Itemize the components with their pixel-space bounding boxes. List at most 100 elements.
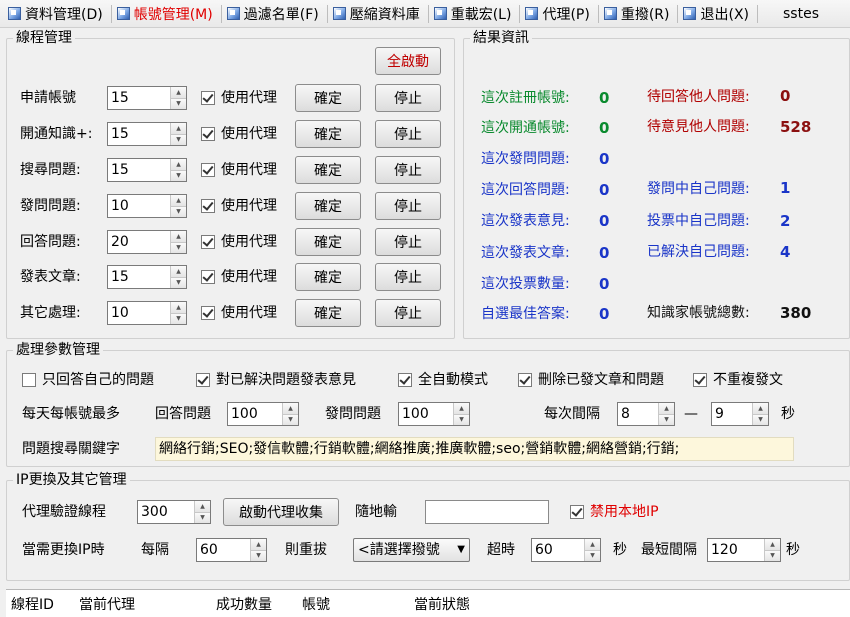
use-proxy-checkbox[interactable]: 使用代理 <box>201 232 277 252</box>
random-input[interactable] <box>425 500 549 524</box>
confirm-button[interactable]: 確定 <box>295 228 361 256</box>
spin-down-icon[interactable]: ▼ <box>171 241 186 253</box>
menu-data-management[interactable]: 資料管理(D) <box>6 2 108 26</box>
spin-down-icon[interactable]: ▼ <box>659 413 674 425</box>
spin-down-icon[interactable]: ▼ <box>171 312 186 324</box>
every-label: 每隔 <box>141 542 169 558</box>
confirm-button[interactable]: 確定 <box>295 192 361 220</box>
spin-down-icon[interactable]: ▼ <box>171 205 186 217</box>
spin-down-icon[interactable]: ▼ <box>251 549 266 561</box>
spin-down-icon[interactable]: ▼ <box>171 169 186 181</box>
interval-min-spinbox[interactable]: 8 ▲ ▼ <box>617 402 675 426</box>
column-header-success-count[interactable]: 成功數量 <box>216 594 272 614</box>
confirm-button[interactable]: 確定 <box>295 84 361 112</box>
confirm-button[interactable]: 確定 <box>295 120 361 148</box>
spin-up-icon[interactable]: ▲ <box>171 231 186 242</box>
stop-button[interactable]: 停止 <box>375 156 441 184</box>
use-proxy-checkbox[interactable]: 使用代理 <box>201 196 277 216</box>
stop-button[interactable]: 停止 <box>375 192 441 220</box>
thread-count-spinbox[interactable]: 15 ▲ ▼ <box>107 158 187 182</box>
disable-local-ip-checkbox[interactable]: 禁用本地IP <box>570 502 659 522</box>
no-duplicate-checkbox[interactable]: 不重複發文 <box>693 370 783 390</box>
stop-button[interactable]: 停止 <box>375 84 441 112</box>
spin-up-icon[interactable]: ▲ <box>171 87 186 98</box>
params-title: 處理參數管理 <box>13 342 103 358</box>
solved-self-value: 4 <box>780 243 791 261</box>
thread-count-spinbox[interactable]: 15 ▲ ▼ <box>107 122 187 146</box>
start-all-button[interactable]: 全啟動 <box>375 47 441 75</box>
spin-down-icon[interactable]: ▼ <box>171 97 186 109</box>
spin-up-icon[interactable]: ▲ <box>171 266 186 277</box>
min-interval-spinbox[interactable]: 120 ▲ ▼ <box>707 538 781 562</box>
menu-separator <box>326 4 328 23</box>
verify-threads-spinbox[interactable]: 300 ▲ ▼ <box>137 500 211 524</box>
spin-up-icon[interactable]: ▲ <box>171 302 186 313</box>
stop-button[interactable]: 停止 <box>375 228 441 256</box>
column-header-current-proxy[interactable]: 當前代理 <box>79 594 135 614</box>
confirm-button[interactable]: 確定 <box>295 263 361 291</box>
use-proxy-checkbox[interactable]: 使用代理 <box>201 267 277 287</box>
thread-row-label: 搜尋問題: <box>20 162 81 178</box>
menu-filter-list[interactable]: 過濾名單(F) <box>225 2 324 26</box>
spin-up-icon[interactable]: ▲ <box>195 501 210 512</box>
spin-up-icon[interactable]: ▲ <box>251 539 266 550</box>
spin-up-icon[interactable]: ▲ <box>171 195 186 206</box>
use-proxy-checkbox[interactable]: 使用代理 <box>201 303 277 323</box>
spin-down-icon[interactable]: ▼ <box>454 413 469 425</box>
stop-button[interactable]: 停止 <box>375 299 441 327</box>
dropdown-arrow-icon: ▼ <box>457 544 465 555</box>
use-proxy-checkbox[interactable]: 使用代理 <box>201 124 277 144</box>
spin-up-icon[interactable]: ▲ <box>283 403 298 414</box>
column-header-thread-id[interactable]: 線程ID <box>11 594 54 614</box>
spin-up-icon[interactable]: ▲ <box>765 539 780 550</box>
thread-count-spinbox[interactable]: 15 ▲ ▼ <box>107 265 187 289</box>
timeout-spinbox[interactable]: 60 ▲ ▼ <box>531 538 601 562</box>
menu-redial[interactable]: 重撥(R) <box>602 2 675 26</box>
spin-up-icon[interactable]: ▲ <box>753 403 768 414</box>
every-spinbox[interactable]: 60 ▲ ▼ <box>196 538 267 562</box>
spin-down-icon[interactable]: ▼ <box>195 511 210 523</box>
full-auto-checkbox[interactable]: 全自動模式 <box>398 370 488 390</box>
spin-down-icon[interactable]: ▼ <box>585 549 600 561</box>
ask-limit-spinbox[interactable]: 100 ▲ ▼ <box>398 402 470 426</box>
spin-up-icon[interactable]: ▲ <box>171 159 186 170</box>
spin-up-icon[interactable]: ▲ <box>171 123 186 134</box>
delete-posted-checkbox[interactable]: 刪除已發文章和問題 <box>518 370 664 390</box>
menu-account-management[interactable]: 帳號管理(M) <box>115 2 218 26</box>
menu-reload-macro[interactable]: 重載宏(L) <box>432 2 517 26</box>
spin-down-icon[interactable]: ▼ <box>171 276 186 288</box>
interval-max-spinbox[interactable]: 9 ▲ ▼ <box>711 402 769 426</box>
confirm-button[interactable]: 確定 <box>295 156 361 184</box>
spin-down-icon[interactable]: ▼ <box>171 133 186 145</box>
thread-count-spinbox[interactable]: 10 ▲ ▼ <box>107 194 187 218</box>
use-proxy-checkbox[interactable]: 使用代理 <box>201 88 277 108</box>
spin-up-icon[interactable]: ▲ <box>659 403 674 414</box>
stop-button[interactable]: 停止 <box>375 120 441 148</box>
random-label: 隨地輸 <box>355 504 397 520</box>
column-header-current-status[interactable]: 當前狀態 <box>414 594 470 614</box>
column-header-account[interactable]: 帳號 <box>302 594 330 614</box>
dial-select[interactable]: <請選擇撥號 ▼ <box>353 538 470 562</box>
menu-exit[interactable]: 退出(X) <box>681 2 754 26</box>
spin-down-icon[interactable]: ▼ <box>765 549 780 561</box>
keyword-input[interactable]: 網絡行銷;SEO;發信軟體;行銷軟體;網絡推廣;推廣軟體;seo;營銷軟體;網絡… <box>155 437 794 461</box>
spin-down-icon[interactable]: ▼ <box>753 413 768 425</box>
answer-limit-spinbox[interactable]: 100 ▲ ▼ <box>227 402 299 426</box>
only-own-questions-checkbox[interactable]: 只回答自己的問題 <box>22 370 154 390</box>
thread-status-table[interactable]: 線程ID 當前代理 成功數量 帳號 當前狀態 <box>6 589 850 617</box>
menu-compress-db[interactable]: 壓縮資料庫 <box>331 2 425 26</box>
solved-self-label: 已解決自己問題: <box>647 244 750 260</box>
thread-count-spinbox[interactable]: 15 ▲ ▼ <box>107 86 187 110</box>
confirm-button[interactable]: 確定 <box>295 299 361 327</box>
spin-up-icon[interactable]: ▲ <box>585 539 600 550</box>
stop-button[interactable]: 停止 <box>375 263 441 291</box>
opinion-solved-checkbox[interactable]: 對已解決問題發表意見 <box>196 370 356 390</box>
menu-proxy[interactable]: 代理(P) <box>523 2 594 26</box>
spin-down-icon[interactable]: ▼ <box>283 413 298 425</box>
thread-count-spinbox[interactable]: 20 ▲ ▼ <box>107 230 187 254</box>
spin-up-icon[interactable]: ▲ <box>454 403 469 414</box>
menu-separator <box>757 4 758 23</box>
use-proxy-checkbox[interactable]: 使用代理 <box>201 160 277 180</box>
thread-count-spinbox[interactable]: 10 ▲ ▼ <box>107 301 187 325</box>
start-proxy-collect-button[interactable]: 啟動代理收集 <box>223 498 339 526</box>
